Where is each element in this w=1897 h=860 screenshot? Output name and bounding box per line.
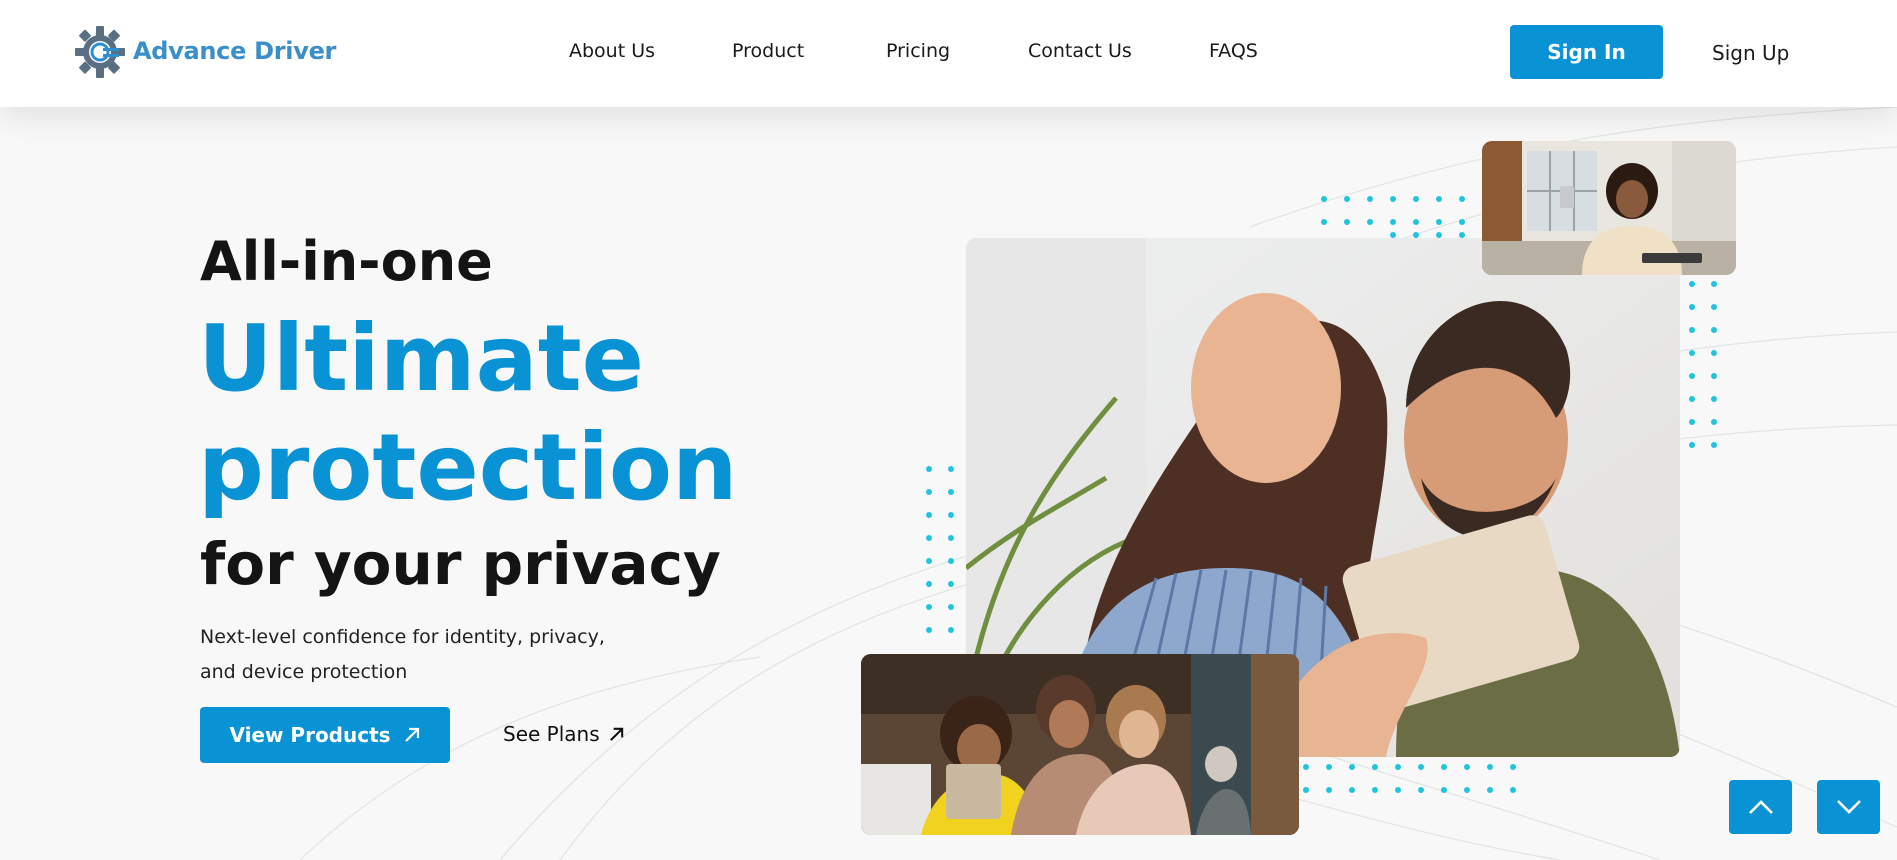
family-with-tablet-photo (861, 654, 1299, 835)
dot-pattern-right (1689, 281, 1717, 448)
nav-product[interactable]: Product (732, 40, 804, 62)
hero-subtitle-line-1: Next-level confidence for identity, priv… (200, 626, 605, 648)
dot-pattern-left (926, 466, 954, 633)
nav-faqs[interactable]: FAQS (1209, 40, 1258, 62)
nav-contact-us[interactable]: Contact Us (1028, 40, 1132, 62)
hero-line-2: Ultimate (198, 305, 645, 412)
brand-logo[interactable]: Advance Driver (73, 22, 336, 80)
sign-up-link[interactable]: Sign Up (1712, 41, 1789, 65)
hero-line-1: All-in-one (200, 230, 493, 293)
nav-about-us[interactable]: About Us (569, 40, 655, 62)
hero-line-3: protection (198, 414, 738, 521)
dot-pattern-top (1321, 196, 1465, 238)
scroll-down-button[interactable] (1817, 780, 1880, 834)
nav-pricing[interactable]: Pricing (886, 40, 950, 62)
site-header: Advance Driver About Us Product Pricing … (0, 0, 1897, 107)
view-products-label: View Products (229, 723, 391, 747)
see-plans-label: See Plans (503, 722, 600, 746)
woman-with-card-photo (1482, 141, 1736, 275)
dot-pattern-bottom (1303, 764, 1516, 793)
scroll-up-button[interactable] (1729, 780, 1792, 834)
hero-subtitle: Next-level confidence for identity, priv… (200, 620, 640, 690)
gear-logo-icon (75, 26, 125, 78)
view-products-button[interactable]: View Products (200, 707, 450, 763)
arrow-up-right-icon (404, 727, 419, 742)
hero-subtitle-line-2: and device protection (200, 661, 408, 683)
see-plans-link[interactable]: See Plans (503, 722, 625, 746)
arrow-up-right-icon (609, 727, 623, 741)
hero-line-4: for your privacy (200, 530, 721, 598)
chevron-up-icon (1748, 800, 1773, 814)
sign-in-button[interactable]: Sign In (1510, 25, 1663, 79)
chevron-down-icon (1836, 800, 1861, 814)
brand-name: Advance Driver (133, 37, 337, 65)
